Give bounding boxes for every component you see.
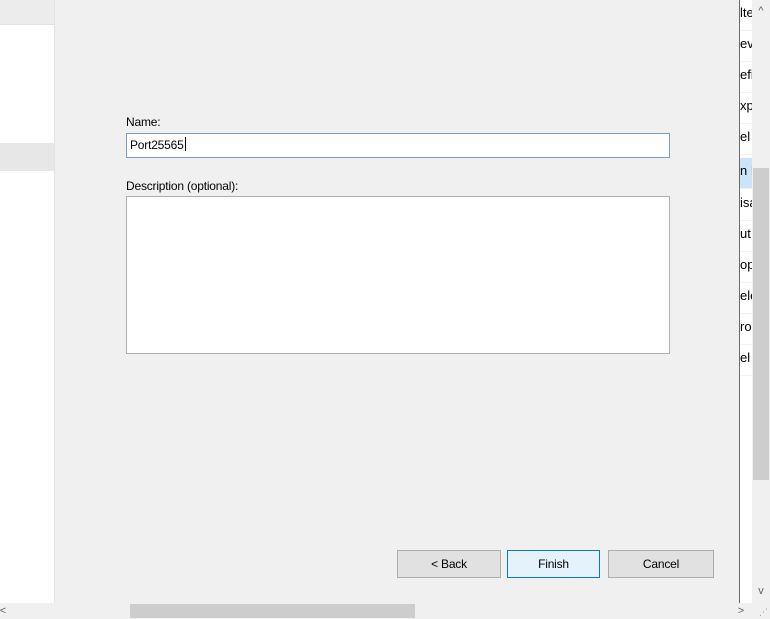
scrollbar-corner: ⋰ bbox=[752, 603, 770, 619]
left-pane-header bbox=[0, 0, 54, 25]
list-item[interactable]: isa bbox=[740, 190, 752, 221]
list-item[interactable]: ele bbox=[740, 283, 752, 314]
resize-grip-icon[interactable]: ⋰ bbox=[759, 608, 768, 617]
finish-button[interactable]: Finish bbox=[507, 550, 600, 578]
wizard-dialog: Name: Port25565 Description (optional): … bbox=[57, 0, 739, 603]
list-item[interactable]: ro bbox=[740, 314, 752, 345]
name-input-value: Port25565 bbox=[130, 138, 184, 152]
scroll-down-icon[interactable]: v bbox=[752, 582, 770, 600]
cancel-button[interactable]: Cancel bbox=[608, 550, 714, 578]
left-pane bbox=[0, 0, 54, 603]
list-item[interactable]: ut bbox=[740, 221, 752, 252]
vertical-scrollbar[interactable]: ^ v bbox=[752, 0, 770, 603]
scroll-right-icon[interactable]: > bbox=[734, 603, 748, 619]
list-item[interactable]: efi bbox=[740, 62, 752, 93]
list-item[interactable]: lte bbox=[740, 0, 752, 31]
description-label: Description (optional): bbox=[126, 179, 239, 193]
list-item[interactable]: xp bbox=[740, 93, 752, 124]
list-item-selected[interactable]: n F bbox=[740, 158, 752, 189]
description-textarea[interactable] bbox=[126, 196, 670, 354]
left-pane-selected-item[interactable] bbox=[0, 143, 54, 171]
right-pane-list: lte ev efi xp el n F isa ut op ele ro el bbox=[740, 0, 752, 603]
name-label: Name: bbox=[126, 115, 161, 129]
text-caret bbox=[184, 137, 186, 151]
scroll-up-icon[interactable]: ^ bbox=[752, 2, 770, 20]
horizontal-scroll-thumb[interactable] bbox=[130, 604, 415, 618]
scroll-left-icon[interactable]: < bbox=[0, 603, 10, 619]
list-item[interactable]: ev bbox=[740, 31, 752, 62]
vertical-scroll-thumb[interactable] bbox=[753, 168, 769, 480]
list-item[interactable]: el bbox=[740, 345, 752, 376]
horizontal-scrollbar[interactable]: < > bbox=[0, 603, 752, 619]
list-item[interactable]: el bbox=[740, 124, 752, 155]
name-input[interactable]: Port25565 bbox=[126, 133, 670, 158]
list-item[interactable]: op bbox=[740, 252, 752, 283]
back-button[interactable]: < Back bbox=[397, 550, 501, 578]
